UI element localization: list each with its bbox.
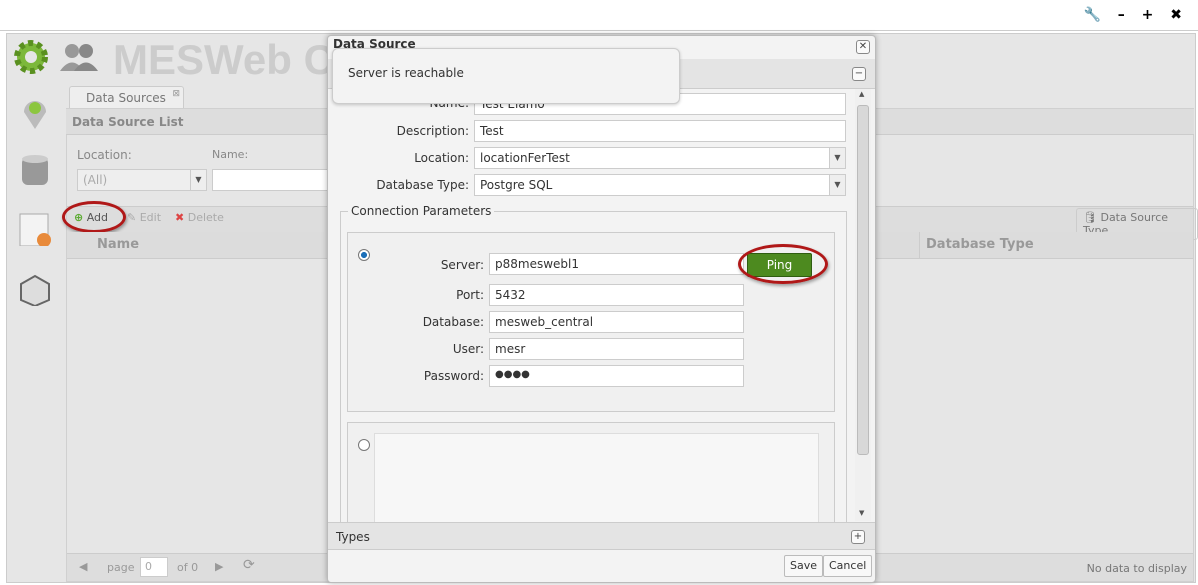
scroll-down-icon[interactable]: ▼: [859, 509, 864, 517]
database-field[interactable]: mesweb_central: [489, 311, 744, 333]
password-label: Password:: [423, 369, 484, 383]
description-label: Description:: [396, 124, 469, 138]
page-label: page: [107, 561, 135, 574]
report-icon[interactable]: [18, 212, 52, 246]
chevron-down-icon: ▼: [190, 170, 206, 190]
name-filter-input[interactable]: [212, 169, 332, 191]
edit-button[interactable]: ✎ Edit: [127, 211, 161, 224]
database-type-label: Database Type:: [376, 178, 469, 192]
scrollbar-thumb[interactable]: [857, 105, 869, 455]
server-field[interactable]: p88meswebl1: [489, 253, 744, 275]
close-tab-icon[interactable]: ⊠: [172, 89, 180, 99]
collapse-icon[interactable]: −: [852, 67, 866, 81]
scroll-up-icon[interactable]: ▲: [859, 90, 864, 98]
location-select[interactable]: locationFerTest ▼: [474, 147, 846, 169]
delete-button[interactable]: ✖ Delete: [175, 211, 224, 224]
location-filter-select[interactable]: (All) ▼: [77, 169, 207, 191]
next-page-icon[interactable]: ▶: [215, 560, 223, 573]
user-label: User:: [452, 342, 484, 356]
server-label: Server:: [440, 258, 484, 272]
toast-notification: Server is reachable: [332, 48, 680, 104]
user-field[interactable]: mesr: [489, 338, 744, 360]
users-icon[interactable]: [58, 42, 100, 72]
prev-page-icon[interactable]: ◀: [79, 560, 87, 573]
types-section[interactable]: Types: [328, 522, 875, 550]
highlight-ring-ping: [738, 244, 828, 284]
close-icon[interactable]: ✕: [856, 40, 870, 54]
location-field-label: Location:: [414, 151, 469, 165]
chevron-down-icon: ▼: [829, 175, 845, 195]
app-title: MESWeb C: [113, 36, 334, 83]
highlight-ring-add: [62, 201, 126, 233]
port-label: Port:: [456, 288, 484, 302]
database-icon[interactable]: [18, 153, 52, 187]
refresh-icon[interactable]: ⟳: [243, 557, 255, 573]
tab-label: Data Sources: [86, 91, 166, 105]
database-icon: 🛢: [1083, 211, 1097, 224]
pencil-icon: ✎: [127, 211, 137, 224]
connection-string-area[interactable]: [374, 433, 819, 523]
delete-icon: ✖: [175, 211, 185, 224]
window-controls[interactable]: 🔧 – + ✖: [1083, 7, 1188, 23]
box-icon[interactable]: [18, 272, 52, 306]
save-button[interactable]: Save: [784, 555, 824, 577]
column-database-type[interactable]: Database Type: [919, 232, 1040, 259]
chevron-down-icon: ▼: [829, 148, 845, 168]
expand-icon[interactable]: +: [851, 530, 865, 544]
types-label: Types: [336, 530, 370, 544]
location-label: Location:: [77, 148, 132, 162]
column-name[interactable]: Name: [97, 237, 139, 252]
gear-icon[interactable]: [12, 38, 50, 76]
browser-topbar: [0, 0, 1198, 31]
name-label: Name:: [212, 148, 249, 161]
port-field[interactable]: 5432: [489, 284, 744, 306]
database-label: Database:: [422, 315, 484, 329]
connection-parameters-legend: Connection Parameters: [348, 204, 495, 218]
pager-status: No data to display: [1086, 562, 1187, 575]
tab-data-sources[interactable]: Data Sources ⊠: [69, 86, 184, 108]
password-field[interactable]: ●●●●: [489, 365, 744, 387]
database-type-select[interactable]: Postgre SQL ▼: [474, 174, 846, 196]
connection-radio-2[interactable]: [358, 439, 370, 451]
location-pin-icon[interactable]: [18, 96, 52, 130]
page-count: of 0: [177, 561, 199, 574]
page-input[interactable]: 0: [140, 557, 168, 577]
cancel-button[interactable]: Cancel: [823, 555, 873, 577]
description-field[interactable]: Test: [474, 120, 846, 142]
